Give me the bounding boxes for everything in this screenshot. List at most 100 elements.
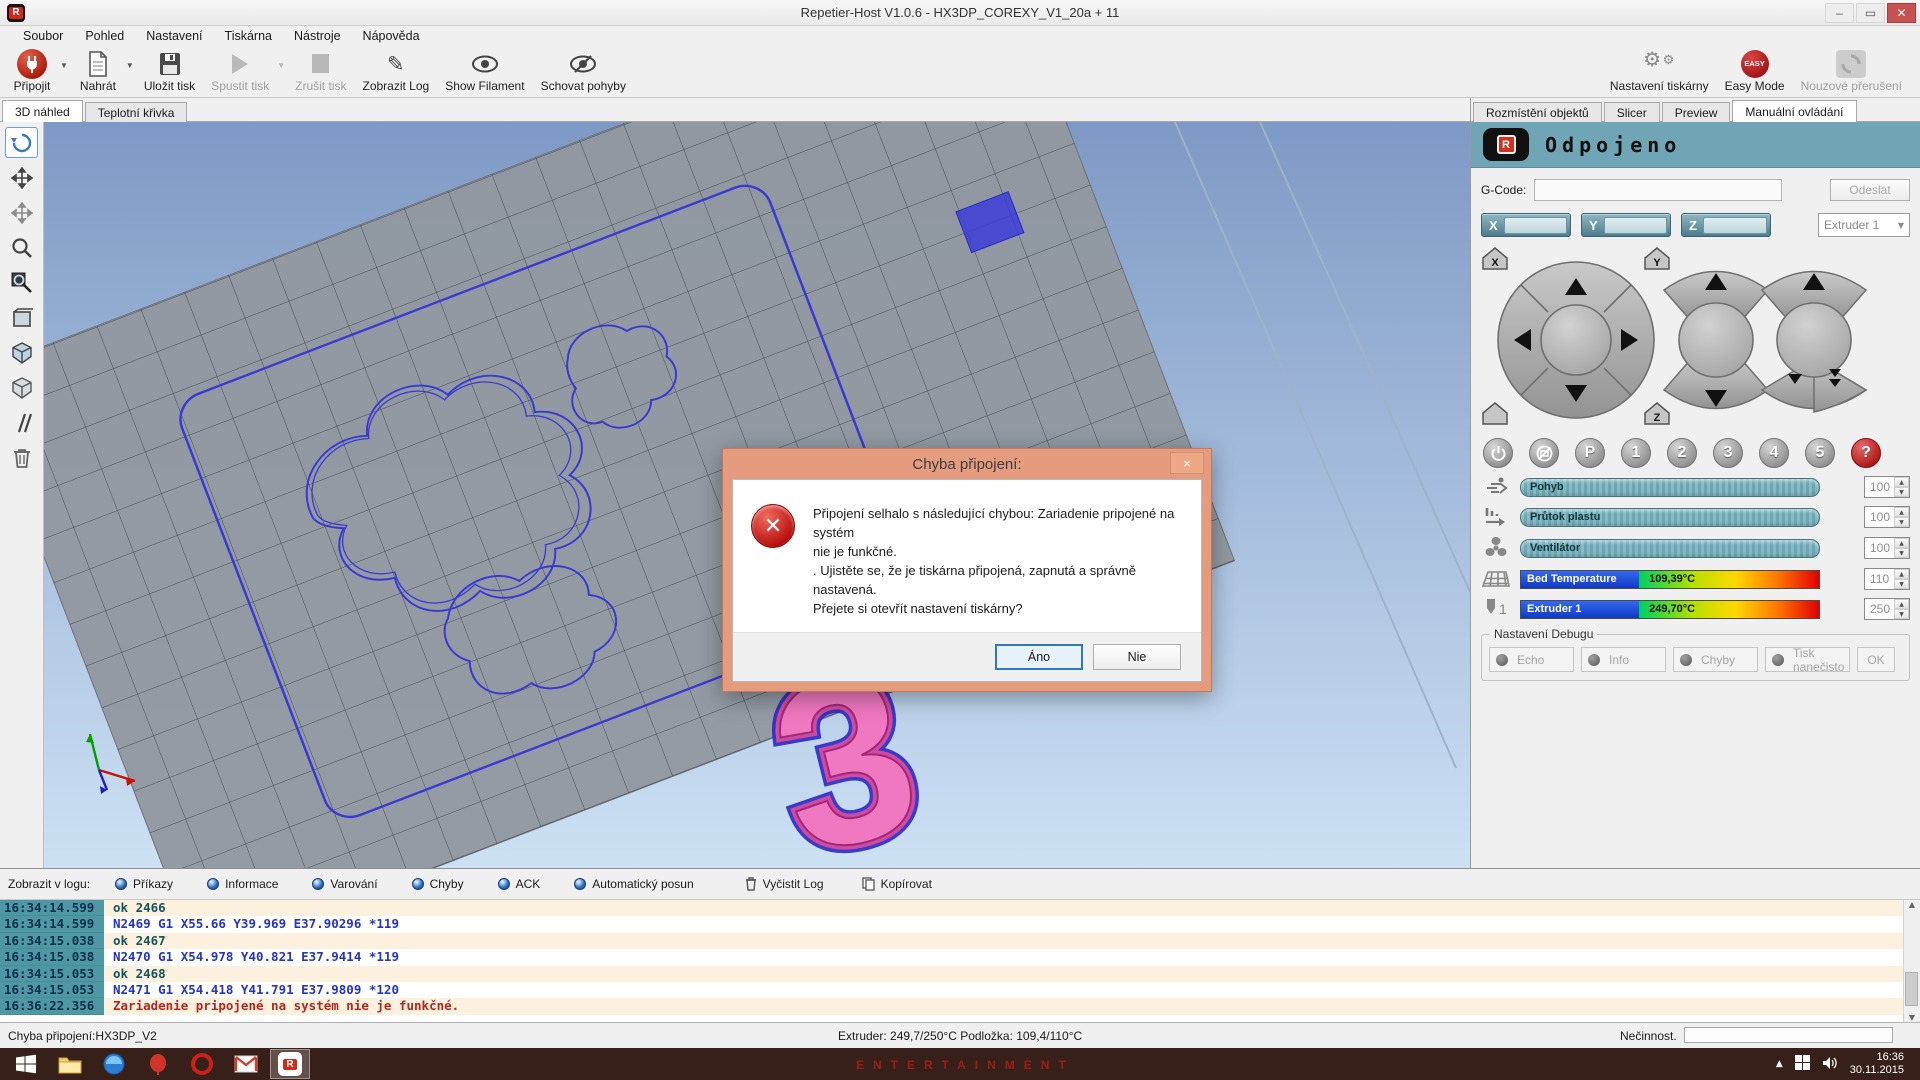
close-button[interactable]: ✕ — [1887, 3, 1916, 23]
home-z-button[interactable]: Z — [1645, 403, 1669, 424]
menu-napoveda[interactable]: Nápověda — [352, 27, 431, 45]
scroll-down-icon[interactable]: ▼ — [1909, 1013, 1915, 1022]
connect-button[interactable]: Připojit — [4, 46, 60, 97]
gcode-input[interactable] — [1534, 179, 1782, 201]
filter-warnings-button[interactable]: Varování — [303, 874, 386, 894]
printer-settings-button[interactable]: ⚙⚙ Nastavení tiskárny — [1602, 46, 1717, 97]
move-object-button[interactable] — [5, 197, 38, 228]
clear-log-button[interactable]: Vyčistit Log — [735, 874, 834, 894]
fan-slider[interactable]: Ventilátor — [1520, 539, 1820, 558]
iso-view-button[interactable] — [5, 337, 38, 368]
power-button[interactable] — [1483, 438, 1513, 468]
tray-expand-icon[interactable]: ▲ — [1776, 1059, 1783, 1069]
debug-info-button[interactable]: Info — [1581, 647, 1666, 672]
tab-preview[interactable]: Preview — [1662, 102, 1731, 122]
dialog-no-button[interactable]: Nie — [1093, 644, 1181, 670]
tab-3d-nahled[interactable]: 3D náhled — [2, 100, 83, 122]
filter-ack-button[interactable]: ACK — [489, 874, 550, 894]
maximize-button[interactable]: ▭ — [1856, 3, 1885, 23]
bed-temp-target[interactable]: 110 ▲▼ — [1864, 568, 1910, 590]
show-filament-button[interactable]: Show Filament — [437, 46, 532, 97]
home-all-button[interactable] — [1483, 403, 1507, 424]
easy-mode-button[interactable]: EASY Easy Mode — [1717, 46, 1793, 97]
flow-value[interactable]: 100 ▲▼ — [1864, 506, 1910, 528]
extruder-select[interactable]: Extruder 1▼ — [1818, 213, 1910, 237]
speed-value[interactable]: 100 ▲▼ — [1864, 476, 1910, 498]
home-x-button[interactable]: X — [1483, 248, 1507, 269]
dialog-close-button[interactable]: × — [1170, 452, 1204, 474]
tab-teplotni-krivka[interactable]: Teplotní křivka — [85, 102, 188, 122]
send-button[interactable]: Odeslat — [1830, 179, 1910, 201]
heat-off-button[interactable] — [1529, 438, 1559, 468]
copy-log-button[interactable]: Kopírovat — [852, 874, 942, 894]
help-button[interactable]: ? — [1851, 438, 1881, 468]
park-button[interactable]: P — [1575, 438, 1605, 468]
extruder-jog-center[interactable] — [1777, 303, 1851, 377]
xy-jog-center[interactable] — [1541, 305, 1611, 375]
menu-nastroje[interactable]: Nástroje — [283, 27, 352, 45]
delete-object-button[interactable] — [5, 442, 38, 473]
scrollbar-thumb[interactable] — [1905, 972, 1918, 1006]
rotate-view-button[interactable] — [5, 127, 38, 158]
debug-ok-button[interactable]: OK — [1857, 647, 1895, 672]
minimize-button[interactable]: – — [1825, 3, 1854, 23]
menu-tiskarna[interactable]: Tiskárna — [214, 27, 283, 45]
filter-autoscroll-button[interactable]: Automatický posun — [565, 874, 702, 894]
axis-x-button[interactable]: X — [1481, 213, 1571, 237]
preset-4-button[interactable]: 4 — [1759, 438, 1789, 468]
preset-5-button[interactable]: 5 — [1805, 438, 1835, 468]
axis-y-button[interactable]: Y — [1581, 213, 1671, 237]
menu-soubor[interactable]: Soubor — [12, 27, 74, 45]
home-y-button[interactable]: Y — [1645, 248, 1669, 269]
flow-slider[interactable]: Průtok plastu — [1520, 508, 1820, 527]
zoom-window-button[interactable] — [5, 267, 38, 298]
axis-z-button[interactable]: Z — [1681, 213, 1771, 237]
tab-slicer[interactable]: Slicer — [1604, 102, 1660, 122]
save-print-button[interactable]: Uložit tisk — [136, 46, 203, 97]
repetier-host-taskbar-icon[interactable]: R — [270, 1049, 310, 1079]
network-icon[interactable] — [1795, 1055, 1810, 1073]
connect-dropdown[interactable]: ▼ — [60, 61, 70, 82]
debug-echo-button[interactable]: Echo — [1489, 647, 1574, 672]
load-dropdown[interactable]: ▼ — [126, 61, 136, 82]
menu-nastaveni[interactable]: Nastavení — [135, 27, 213, 45]
gmail-icon[interactable] — [226, 1049, 266, 1079]
filter-commands-button[interactable]: Příkazy — [106, 874, 182, 894]
debug-errors-button[interactable]: Chyby — [1673, 647, 1758, 672]
scroll-up-icon[interactable]: ▲ — [1909, 900, 1915, 909]
extruder-temp-target[interactable]: 250 ▲▼ — [1864, 598, 1910, 620]
dialog-yes-button[interactable]: Áno — [995, 644, 1083, 670]
fan-value[interactable]: 100 ▲▼ — [1864, 537, 1910, 559]
start-button[interactable] — [6, 1049, 46, 1079]
hide-travel-button[interactable]: Schovat pohyby — [533, 46, 634, 97]
menu-pohled[interactable]: Pohled — [74, 27, 135, 45]
preset-1-button[interactable]: 1 — [1621, 438, 1651, 468]
speed-slider[interactable]: Pohyb — [1520, 478, 1820, 497]
debug-dryrun-button[interactable]: Tisk nanečisto — [1765, 647, 1850, 672]
opera-icon[interactable] — [182, 1049, 222, 1079]
front-view-button[interactable] — [5, 302, 38, 333]
clock[interactable]: 16:36 30.11.2015 — [1850, 1051, 1904, 1077]
tab-manualni-ovladani[interactable]: Manuální ovládání — [1732, 100, 1856, 122]
spin-up-icon[interactable]: ▲ — [1894, 477, 1909, 487]
filter-errors-button[interactable]: Chyby — [403, 874, 473, 894]
parallel-projection-button[interactable] — [5, 407, 38, 438]
tab-rozmisteni-objektu[interactable]: Rozmístění objektů — [1473, 102, 1602, 122]
show-log-button[interactable]: ✎ Zobrazit Log — [354, 46, 437, 97]
xy-jog-pad[interactable] — [1498, 262, 1654, 418]
volume-icon[interactable] — [1822, 1056, 1838, 1073]
move-view-button[interactable] — [5, 162, 38, 193]
filter-info-button[interactable]: Informace — [198, 874, 287, 894]
z-jog-center[interactable] — [1679, 303, 1753, 377]
preset-3-button[interactable]: 3 — [1713, 438, 1743, 468]
spin-down-icon[interactable]: ▼ — [1894, 487, 1909, 497]
extruder-temperature-bar[interactable]: Extruder 1 249,70°C — [1520, 600, 1820, 619]
file-explorer-icon[interactable] — [50, 1049, 90, 1079]
perspective-view-button[interactable] — [5, 372, 38, 403]
log-scrollbar[interactable]: ▲ ▼ — [1903, 900, 1920, 1022]
browser-icon[interactable] — [94, 1049, 134, 1079]
bed-temperature-bar[interactable]: Bed Temperature 109,39°C — [1520, 570, 1820, 589]
zoom-button[interactable] — [5, 232, 38, 263]
preset-2-button[interactable]: 2 — [1667, 438, 1697, 468]
load-button[interactable]: Nahrát — [70, 46, 126, 97]
